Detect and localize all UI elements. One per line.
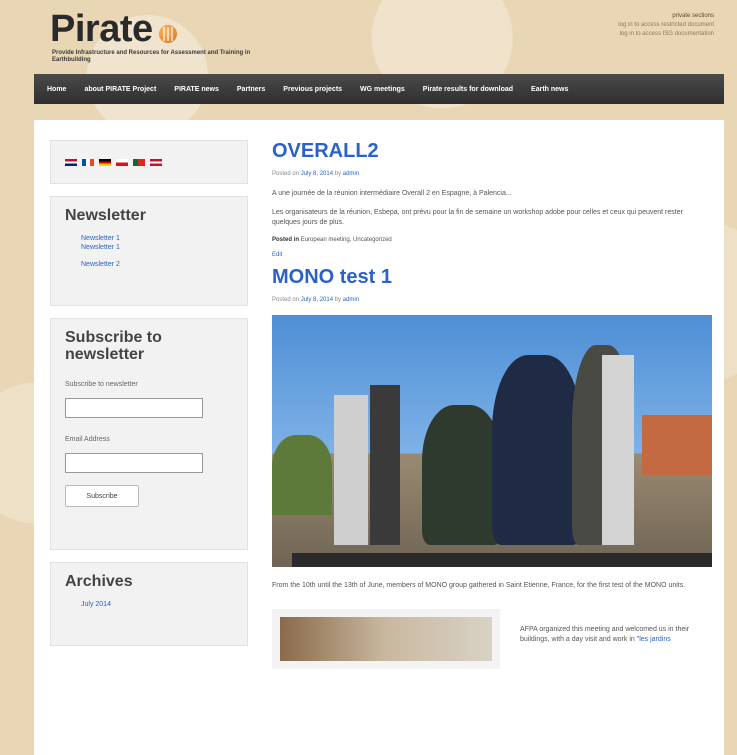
post-title[interactable]: MONO test 1 — [272, 266, 712, 289]
header-link-private[interactable]: private sections — [618, 12, 714, 21]
photo-person — [492, 355, 582, 545]
nav-partners[interactable]: Partners — [228, 86, 274, 93]
french-flag-icon[interactable] — [82, 158, 94, 166]
czech-flag-icon[interactable] — [116, 158, 128, 166]
nav-earth-news[interactable]: Earth news — [522, 86, 577, 93]
meta-by: by — [334, 297, 342, 303]
portuguese-flag-icon[interactable] — [133, 158, 145, 166]
language-flags-widget — [50, 140, 248, 184]
subscribe-button[interactable]: Subscribe — [65, 485, 139, 507]
post-meta: Posted on July 8, 2014 by admin — [272, 297, 712, 303]
newsletter-title: Newsletter — [65, 207, 146, 224]
newsletter-link-1b[interactable]: Newsletter 1 — [81, 243, 233, 252]
photo-pillar — [334, 395, 368, 545]
post-side-text: AFPA organized this meeting and welcomed… — [520, 609, 700, 669]
photo-tree — [272, 435, 332, 515]
header-link-restricted[interactable]: log in to access restricted document — [618, 21, 714, 30]
nav-home[interactable]: Home — [38, 86, 75, 93]
nav-pirate-news[interactable]: PIRATE news — [165, 86, 228, 93]
nav-previous-projects[interactable]: Previous projects — [274, 86, 351, 93]
post-mono-test-1: MONO test 1 Posted on July 8, 2014 by ad… — [272, 266, 712, 669]
photo-base — [292, 553, 712, 567]
post-title[interactable]: OVERALL2 — [272, 140, 712, 163]
logo-text: Pirate — [50, 8, 153, 50]
post-author-link[interactable]: admin — [343, 171, 359, 177]
filed-value[interactable]: European meeting, Uncategorized — [301, 237, 392, 243]
thumbnail-image — [280, 617, 492, 661]
photo-pillar — [602, 355, 634, 545]
post-date-link[interactable]: July 8, 2014 — [301, 171, 333, 177]
logo-ball-icon — [158, 24, 177, 43]
site-tagline: Provide Infrastructure and Resources for… — [52, 50, 251, 63]
header-link-isg[interactable]: log in to access ISG documentation — [618, 30, 714, 39]
archive-link-july-2014[interactable]: July 2014 — [81, 600, 233, 609]
side-text-link[interactable]: "les jardins — [637, 636, 671, 643]
page-wrapper: Pirate Provide Infrastructure and Resour… — [34, 0, 724, 755]
photo-pillar — [370, 385, 400, 545]
content-area: Newsletter Newsletter 1 Newsletter 1 New… — [34, 120, 724, 755]
name-input[interactable] — [65, 398, 203, 418]
post-paragraph: Les organisateurs de la réunion, Esbepa,… — [272, 209, 683, 226]
site-logo[interactable]: Pirate — [50, 8, 177, 51]
meta-prefix: Posted on — [272, 171, 300, 177]
post-date-link[interactable]: July 8, 2014 — [301, 297, 333, 303]
post-overall2: OVERALL2 Posted on July 8, 2014 by admin… — [272, 140, 712, 258]
photo-roof — [642, 415, 712, 475]
subscribe-label: Subscribe to newsletter — [65, 381, 138, 388]
austrian-flag-icon[interactable] — [150, 158, 162, 166]
post-paragraph: A une journée de la réunion intermédiair… — [272, 190, 512, 197]
site-header: Pirate Provide Infrastructure and Resour… — [34, 0, 724, 74]
post-caption: From the 10th until the 13th of June, me… — [272, 582, 686, 589]
filed-label: Posted in — [272, 237, 300, 243]
edit-link[interactable]: Edit — [272, 252, 712, 258]
email-label: Email Address — [65, 436, 110, 443]
post-bottom-row: AFPA organized this meeting and welcomed… — [272, 609, 712, 669]
nav-results[interactable]: Pirate results for download — [414, 86, 522, 93]
header-links: private sections log in to access restri… — [618, 12, 714, 39]
meta-prefix: Posted on — [272, 297, 300, 303]
newsletter-link-1[interactable]: Newsletter 1 — [81, 234, 233, 243]
nav-about[interactable]: about PIRATE Project — [75, 86, 165, 93]
post-thumbnail[interactable] — [272, 609, 500, 669]
archives-title: Archives — [65, 573, 133, 590]
archives-widget: Archives July 2014 — [50, 562, 248, 646]
post-categories: Posted in European meeting, Uncategorize… — [272, 237, 712, 243]
german-flag-icon[interactable] — [99, 158, 111, 166]
photo-person — [422, 405, 502, 545]
main-column: OVERALL2 Posted on July 8, 2014 by admin… — [272, 140, 712, 669]
post-photo[interactable] — [272, 315, 712, 567]
post-meta: Posted on July 8, 2014 by admin — [272, 171, 712, 177]
subscribe-title: Subscribe to newsletter — [65, 329, 162, 363]
newsletter-widget: Newsletter Newsletter 1 Newsletter 1 New… — [50, 196, 248, 306]
post-author-link[interactable]: admin — [343, 297, 359, 303]
subscribe-widget: Subscribe to newsletter Subscribe to new… — [50, 318, 248, 550]
meta-by: by — [334, 171, 342, 177]
english-flag-icon[interactable] — [65, 158, 77, 166]
main-navigation: Home about PIRATE Project PIRATE news Pa… — [34, 74, 724, 104]
email-input[interactable] — [65, 453, 203, 473]
nav-wg-meetings[interactable]: WG meetings — [351, 86, 414, 93]
newsletter-link-2[interactable]: Newsletter 2 — [81, 260, 233, 269]
sidebar: Newsletter Newsletter 1 Newsletter 1 New… — [50, 140, 248, 658]
